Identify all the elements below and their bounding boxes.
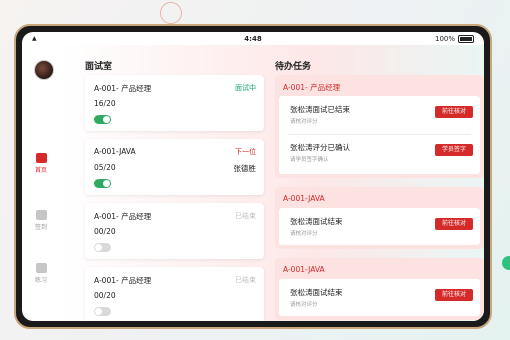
task-item: 张松涛面试结束 请核对评分 前往核对	[279, 208, 480, 245]
nav-practice-label: 练习	[34, 277, 47, 284]
interview-name: A-001-JAVA	[94, 147, 136, 156]
interview-count: 00/20	[94, 291, 116, 300]
task-divider	[288, 134, 471, 135]
todo-group-title: A-001-JAVA	[283, 265, 325, 274]
verify-button[interactable]: 前往核对	[435, 218, 473, 230]
todo-group: A-001-JAVA 张松涛面试结束 请核对评分 前往核对	[275, 258, 484, 320]
main-content: 面试室 待办任务 A-001- 产品经理 面试中 16/20 A-001-JAV…	[60, 45, 484, 321]
interview-status: 已结束	[235, 212, 256, 220]
interview-count: 05/20	[94, 163, 116, 172]
task-subtext: 请学员签字确认	[290, 157, 329, 163]
nav-checkin[interactable]: 签到	[22, 210, 60, 231]
battery-status: 100%	[435, 35, 474, 43]
task-item: 张松涛面试结束 请核对评分 前往核对	[279, 279, 480, 316]
task-text: 张松涛面试已结束	[290, 105, 350, 114]
battery-icon	[458, 35, 474, 43]
tablet-frame: ▲ 4:48 100% 首页 签到 练习 面试室 待办任务 A-001- 产品经…	[14, 24, 492, 329]
toggle-knob	[103, 116, 110, 123]
verify-button[interactable]: 前往核对	[435, 289, 473, 301]
task-list: 张松涛面试已结束 请核对评分 前往核对 张松涛评分已确认 请学员签字确认 学员签…	[279, 96, 480, 174]
interview-status: 下一位	[235, 148, 256, 156]
practice-icon	[35, 263, 47, 273]
nav-home-label: 首页	[34, 167, 47, 174]
toggle-knob	[103, 180, 110, 187]
toggle-knob	[95, 308, 102, 315]
status-bar: ▲ 4:48 100%	[22, 32, 484, 45]
checkin-icon	[35, 210, 47, 220]
avatar[interactable]	[34, 60, 54, 80]
todo-group-title: A-001- 产品经理	[283, 83, 341, 92]
nav-home[interactable]: 首页	[22, 153, 60, 174]
todo-group: A-001- 产品经理 张松涛面试已结束 请核对评分 前往核对 张松涛评分已确认…	[275, 75, 484, 178]
home-icon	[35, 153, 47, 163]
interview-card[interactable]: A-001- 产品经理 已结束 00/20	[85, 203, 264, 259]
decor-dot	[502, 256, 510, 270]
interview-status: 已结束	[235, 276, 256, 284]
interview-status: 面试中	[235, 84, 256, 92]
interview-card[interactable]: A-001-JAVA 下一位 05/20 张德胜	[85, 139, 264, 195]
task-text: 张松涛面试结束	[290, 217, 343, 226]
task-subtext: 请核对评分	[290, 231, 318, 237]
student-sign-button[interactable]: 学员签字	[435, 144, 473, 156]
app-screen: ▲ 4:48 100% 首页 签到 练习 面试室 待办任务 A-001- 产品经…	[22, 32, 484, 321]
todo-group: A-001-JAVA 张松涛面试结束 请核对评分 前往核对	[275, 187, 484, 249]
nav-checkin-label: 签到	[34, 224, 47, 231]
verify-button[interactable]: 前往核对	[435, 106, 473, 118]
interview-card[interactable]: A-001- 产品经理 已结束 00/20	[85, 267, 264, 321]
decor-circle	[160, 2, 182, 24]
battery-percent: 100%	[434, 35, 455, 43]
interview-name: A-001- 产品经理	[94, 276, 152, 285]
todo-group-title: A-001-JAVA	[283, 194, 325, 203]
interview-name: A-001- 产品经理	[94, 84, 152, 93]
interview-person: 张德胜	[233, 164, 257, 173]
interview-toggle[interactable]	[94, 243, 111, 252]
task-subtext: 请核对评分	[290, 119, 318, 125]
nav-practice[interactable]: 练习	[22, 263, 60, 284]
status-time: 4:48	[244, 35, 262, 43]
interview-name: A-001- 产品经理	[94, 212, 152, 221]
task-subtext: 请核对评分	[290, 302, 318, 308]
toggle-knob	[95, 244, 102, 251]
task-text: 张松涛评分已确认	[290, 143, 350, 152]
sidebar: 首页 签到 练习	[22, 45, 60, 321]
interview-toggle[interactable]	[94, 115, 111, 124]
interview-room-title: 面试室	[85, 62, 113, 72]
interview-count: 16/20	[94, 99, 116, 108]
todo-title: 待办任务	[275, 62, 312, 72]
interview-toggle[interactable]	[94, 307, 111, 316]
interview-count: 00/20	[94, 227, 116, 236]
interview-toggle[interactable]	[94, 179, 111, 188]
interview-card[interactable]: A-001- 产品经理 面试中 16/20	[85, 75, 264, 131]
task-text: 张松涛面试结束	[290, 288, 343, 297]
